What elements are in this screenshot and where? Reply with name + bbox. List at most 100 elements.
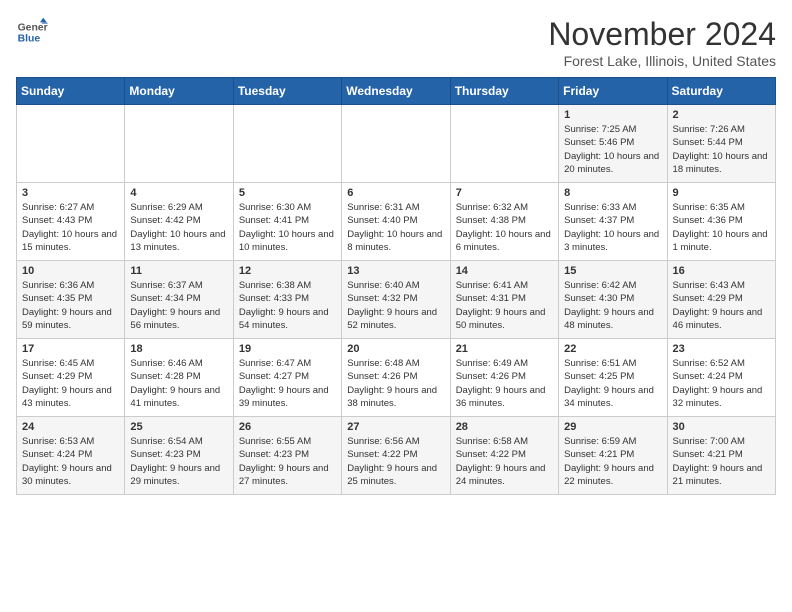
day-cell: 14 Sunrise: 6:41 AM Sunset: 4:31 PM Dayli… [450,261,558,339]
week-row-3: 10 Sunrise: 6:36 AM Sunset: 4:35 PM Dayli… [17,261,776,339]
day-cell: 17 Sunrise: 6:45 AM Sunset: 4:29 PM Dayli… [17,339,125,417]
day-cell: 3Sunrise: 6:27 AM Sunset: 4:43 PM Daylig… [17,183,125,261]
day-number: 9 [673,187,770,199]
day-cell: 28 Sunrise: 6:58 AM Sunset: 4:22 PM Dayli… [450,417,558,495]
day-info: Sunrise: 6:32 AM Sunset: 4:38 PM Dayligh… [456,201,553,254]
day-info: Sunrise: 6:56 AM Sunset: 4:22 PM Dayligh… [347,435,444,488]
day-cell: 7 Sunrise: 6:32 AM Sunset: 4:38 PM Daylig… [450,183,558,261]
day-number: 10 [22,265,119,277]
header-day-tuesday: Tuesday [233,78,341,105]
day-number: 22 [564,343,661,355]
header-day-wednesday: Wednesday [342,78,450,105]
week-row-2: 3Sunrise: 6:27 AM Sunset: 4:43 PM Daylig… [17,183,776,261]
day-info: Sunrise: 6:53 AM Sunset: 4:24 PM Dayligh… [22,435,119,488]
calendar-table: SundayMondayTuesdayWednesdayThursdayFrid… [16,77,776,495]
day-cell [450,105,558,183]
day-info: Sunrise: 6:45 AM Sunset: 4:29 PM Dayligh… [22,357,119,410]
day-info: Sunrise: 6:48 AM Sunset: 4:26 PM Dayligh… [347,357,444,410]
day-cell: 18 Sunrise: 6:46 AM Sunset: 4:28 PM Dayli… [125,339,233,417]
day-cell: 30Sunrise: 7:00 AM Sunset: 4:21 PM Dayli… [667,417,775,495]
day-info: Sunrise: 6:46 AM Sunset: 4:28 PM Dayligh… [130,357,227,410]
day-cell: 20 Sunrise: 6:48 AM Sunset: 4:26 PM Dayli… [342,339,450,417]
week-row-5: 24 Sunrise: 6:53 AM Sunset: 4:24 PM Dayli… [17,417,776,495]
location: Forest Lake, Illinois, United States [548,53,776,69]
day-number: 17 [22,343,119,355]
day-number: 7 [456,187,553,199]
day-number: 28 [456,421,553,433]
day-cell: 13Sunrise: 6:40 AM Sunset: 4:32 PM Dayli… [342,261,450,339]
day-cell [17,105,125,183]
day-number: 14 [456,265,553,277]
day-cell: 12 Sunrise: 6:38 AM Sunset: 4:33 PM Dayli… [233,261,341,339]
day-info: Sunrise: 6:40 AM Sunset: 4:32 PM Dayligh… [347,279,444,332]
day-cell: 2 Sunrise: 7:26 AM Sunset: 5:44 PM Daylig… [667,105,775,183]
day-info: Sunrise: 6:35 AM Sunset: 4:36 PM Dayligh… [673,201,770,254]
day-cell: 10 Sunrise: 6:36 AM Sunset: 4:35 PM Dayli… [17,261,125,339]
calendar-header-row: SundayMondayTuesdayWednesdayThursdayFrid… [17,78,776,105]
day-cell: 15Sunrise: 6:42 AM Sunset: 4:30 PM Dayli… [559,261,667,339]
header: General Blue November 2024 Forest Lake, … [16,16,776,69]
day-info: Sunrise: 6:54 AM Sunset: 4:23 PM Dayligh… [130,435,227,488]
day-cell: 4 Sunrise: 6:29 AM Sunset: 4:42 PM Daylig… [125,183,233,261]
day-info: Sunrise: 6:37 AM Sunset: 4:34 PM Dayligh… [130,279,227,332]
header-day-sunday: Sunday [17,78,125,105]
day-info: Sunrise: 6:38 AM Sunset: 4:33 PM Dayligh… [239,279,336,332]
day-info: Sunrise: 6:42 AM Sunset: 4:30 PM Dayligh… [564,279,661,332]
day-number: 23 [673,343,770,355]
day-info: Sunrise: 6:27 AM Sunset: 4:43 PM Dayligh… [22,201,119,254]
day-number: 18 [130,343,227,355]
header-day-friday: Friday [559,78,667,105]
day-cell: 24 Sunrise: 6:53 AM Sunset: 4:24 PM Dayli… [17,417,125,495]
day-cell: 5Sunrise: 6:30 AM Sunset: 4:41 PM Daylig… [233,183,341,261]
day-info: Sunrise: 6:55 AM Sunset: 4:23 PM Dayligh… [239,435,336,488]
day-cell [125,105,233,183]
day-number: 11 [130,265,227,277]
day-cell: 22 Sunrise: 6:51 AM Sunset: 4:25 PM Dayli… [559,339,667,417]
day-cell: 29 Sunrise: 6:59 AM Sunset: 4:21 PM Dayli… [559,417,667,495]
day-info: Sunrise: 6:51 AM Sunset: 4:25 PM Dayligh… [564,357,661,410]
day-info: Sunrise: 6:29 AM Sunset: 4:42 PM Dayligh… [130,201,227,254]
calendar-body: 1Sunrise: 7:25 AM Sunset: 5:46 PM Daylig… [17,105,776,495]
day-cell: 6 Sunrise: 6:31 AM Sunset: 4:40 PM Daylig… [342,183,450,261]
day-info: Sunrise: 6:31 AM Sunset: 4:40 PM Dayligh… [347,201,444,254]
day-number: 30 [673,421,770,433]
day-cell [342,105,450,183]
day-number: 19 [239,343,336,355]
day-number: 27 [347,421,444,433]
day-info: Sunrise: 6:52 AM Sunset: 4:24 PM Dayligh… [673,357,770,410]
svg-text:Blue: Blue [18,34,41,45]
day-info: Sunrise: 7:25 AM Sunset: 5:46 PM Dayligh… [564,123,661,176]
day-info: Sunrise: 7:26 AM Sunset: 5:44 PM Dayligh… [673,123,770,176]
day-number: 16 [673,265,770,277]
day-cell: 23 Sunrise: 6:52 AM Sunset: 4:24 PM Dayli… [667,339,775,417]
day-info: Sunrise: 6:49 AM Sunset: 4:26 PM Dayligh… [456,357,553,410]
logo-icon: General Blue [16,16,48,48]
day-number: 4 [130,187,227,199]
day-cell [233,105,341,183]
day-number: 2 [673,109,770,121]
day-info: Sunrise: 6:59 AM Sunset: 4:21 PM Dayligh… [564,435,661,488]
month-title: November 2024 [548,16,776,53]
day-info: Sunrise: 6:30 AM Sunset: 4:41 PM Dayligh… [239,201,336,254]
day-info: Sunrise: 6:33 AM Sunset: 4:37 PM Dayligh… [564,201,661,254]
header-day-saturday: Saturday [667,78,775,105]
day-cell: 21 Sunrise: 6:49 AM Sunset: 4:26 PM Dayli… [450,339,558,417]
day-number: 24 [22,421,119,433]
header-day-thursday: Thursday [450,78,558,105]
week-row-1: 1Sunrise: 7:25 AM Sunset: 5:46 PM Daylig… [17,105,776,183]
day-cell: 8Sunrise: 6:33 AM Sunset: 4:37 PM Daylig… [559,183,667,261]
day-number: 12 [239,265,336,277]
day-number: 26 [239,421,336,433]
day-number: 20 [347,343,444,355]
day-cell: 27 Sunrise: 6:56 AM Sunset: 4:22 PM Dayli… [342,417,450,495]
day-number: 21 [456,343,553,355]
week-row-4: 17 Sunrise: 6:45 AM Sunset: 4:29 PM Dayli… [17,339,776,417]
day-number: 6 [347,187,444,199]
day-cell: 16Sunrise: 6:43 AM Sunset: 4:29 PM Dayli… [667,261,775,339]
day-info: Sunrise: 6:58 AM Sunset: 4:22 PM Dayligh… [456,435,553,488]
day-cell: 26 Sunrise: 6:55 AM Sunset: 4:23 PM Dayli… [233,417,341,495]
day-info: Sunrise: 6:36 AM Sunset: 4:35 PM Dayligh… [22,279,119,332]
day-number: 29 [564,421,661,433]
svg-text:General: General [18,22,48,33]
day-info: Sunrise: 6:41 AM Sunset: 4:31 PM Dayligh… [456,279,553,332]
